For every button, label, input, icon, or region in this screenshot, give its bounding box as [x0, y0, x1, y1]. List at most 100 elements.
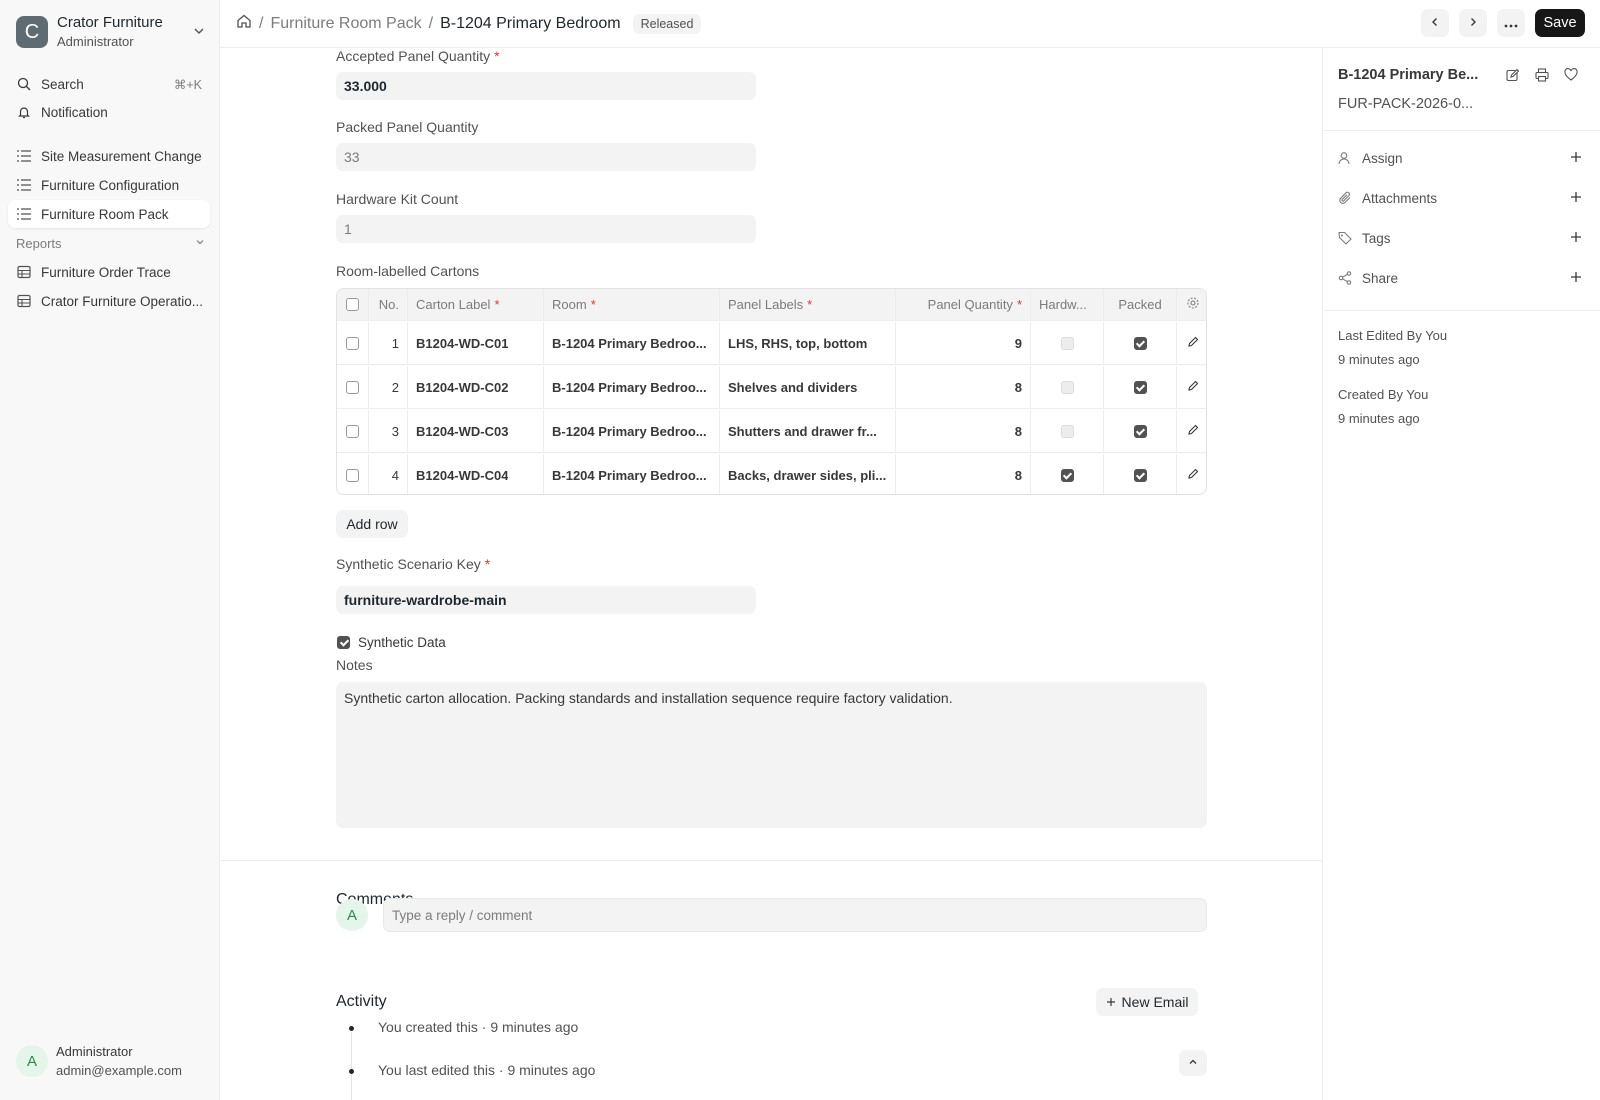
cell-panel-labels[interactable]: LHS, RHS, top, bottom — [720, 322, 896, 364]
search-icon — [16, 77, 32, 91]
table-row[interactable]: 4 B1204-WD-C04 B-1204 Primary Bedroo... … — [337, 454, 1206, 494]
sidebar-item-furniture-room-pack[interactable]: Furniture Room Pack — [8, 200, 210, 228]
cell-room[interactable]: B-1204 Primary Bedroo... — [544, 366, 720, 408]
sidebar-search[interactable]: Search ⌘+K — [8, 70, 210, 98]
synthetic-data-field[interactable]: Synthetic Data — [337, 635, 446, 650]
last-edited-label: Last Edited By You — [1338, 328, 1448, 343]
sidebar-item-furniture-configuration[interactable]: Furniture Configuration — [8, 171, 210, 199]
like-button[interactable] — [1562, 67, 1580, 85]
sidebar-item-site-measurement-change[interactable]: Site Measurement Change — [8, 142, 210, 170]
cell-panel-labels[interactable]: Shelves and dividers — [720, 366, 896, 408]
plus-icon[interactable] — [1570, 191, 1582, 206]
save-button[interactable]: Save — [1535, 9, 1585, 37]
packed-qty-input[interactable]: 33 — [336, 143, 756, 171]
avatar: A — [336, 899, 368, 931]
hardware-kit-input[interactable]: 1 — [336, 215, 756, 243]
hardware-kit-label: Hardware Kit Count — [336, 191, 459, 207]
accepted-qty-input[interactable]: 33.000 — [336, 72, 756, 100]
attachments-action[interactable]: Attachments — [1338, 188, 1582, 208]
header-carton-label: Carton Label * — [408, 289, 544, 320]
cell-carton-label[interactable]: B1204-WD-C03 — [408, 410, 544, 452]
scenario-key-input[interactable]: furniture-wardrobe-main — [336, 586, 756, 614]
row-select-checkbox[interactable] — [346, 336, 359, 350]
tag-icon — [1338, 231, 1354, 245]
hardware-checkbox[interactable] — [1060, 469, 1074, 482]
cell-room[interactable]: B-1204 Primary Bedroo... — [544, 454, 720, 494]
sidebar-item-label: Crator Furniture Operatio... — [41, 293, 204, 309]
table-icon — [16, 265, 32, 279]
sidebar-item-label: Furniture Room Pack — [41, 206, 169, 222]
plus-icon[interactable] — [1570, 231, 1582, 246]
user-menu[interactable]: A Administrator admin@example.com — [16, 1042, 182, 1080]
row-edit-button[interactable] — [1177, 366, 1206, 408]
previous-record-button[interactable] — [1421, 9, 1449, 37]
packed-checkbox[interactable] — [1133, 424, 1147, 438]
cell-panel-quantity[interactable]: 8 — [896, 366, 1031, 408]
row-select-checkbox[interactable] — [346, 424, 359, 438]
plus-icon[interactable] — [1570, 271, 1582, 286]
hardware-checkbox[interactable] — [1060, 336, 1074, 350]
workspace-switcher[interactable]: C Crator Furniture Administrator — [16, 14, 206, 50]
cell-panel-quantity[interactable]: 8 — [896, 410, 1031, 452]
add-row-button[interactable]: Add row — [336, 510, 408, 538]
cell-carton-label[interactable]: B1204-WD-C01 — [408, 322, 544, 364]
divider — [1324, 130, 1600, 131]
cell-carton-label[interactable]: B1204-WD-C02 — [408, 366, 544, 408]
share-label: Share — [1362, 270, 1399, 286]
cell-room[interactable]: B-1204 Primary Bedroo... — [544, 410, 720, 452]
packed-checkbox[interactable] — [1133, 380, 1147, 394]
row-edit-button[interactable] — [1177, 410, 1206, 452]
breadcrumb-doctype[interactable]: Furniture Room Pack — [270, 15, 421, 33]
column-settings-button[interactable] — [1177, 289, 1206, 320]
cell-panel-quantity[interactable]: 9 — [896, 322, 1031, 364]
cell-panel-quantity[interactable]: 8 — [896, 454, 1031, 494]
new-email-button[interactable]: New Email — [1096, 988, 1198, 1016]
row-select-checkbox[interactable] — [346, 469, 359, 482]
packed-checkbox[interactable] — [1133, 336, 1147, 350]
sidebar-item-crator-furniture-operations[interactable]: Crator Furniture Operatio... — [8, 287, 210, 315]
next-record-button[interactable] — [1459, 9, 1487, 37]
paperclip-icon — [1338, 191, 1354, 205]
select-all-checkbox[interactable] — [346, 298, 359, 311]
print-button[interactable] — [1533, 67, 1551, 85]
more-actions-button[interactable] — [1497, 9, 1525, 37]
scroll-to-top-button[interactable] — [1179, 1050, 1207, 1076]
pencil-icon — [1187, 380, 1199, 395]
list-icon — [16, 179, 32, 191]
sidebar-notification[interactable]: Notification — [8, 98, 210, 126]
packed-checkbox[interactable] — [1133, 469, 1147, 482]
cell-panel-labels[interactable]: Backs, drawer sides, pli... — [720, 454, 896, 494]
cell-room[interactable]: B-1204 Primary Bedroo... — [544, 322, 720, 364]
breadcrumb: / Furniture Room Pack / B-1204 Primary B… — [236, 13, 702, 34]
row-edit-button[interactable] — [1177, 322, 1206, 364]
assign-action[interactable]: Assign — [1338, 148, 1582, 168]
notes-textarea[interactable]: Synthetic carton allocation. Packing sta… — [336, 682, 1207, 828]
chevron-down-icon — [194, 236, 206, 251]
row-select-checkbox[interactable] — [346, 380, 359, 394]
user-email: admin@example.com — [56, 1063, 182, 1078]
comment-input[interactable]: Type a reply / comment — [383, 898, 1207, 932]
breadcrumb-separator: / — [428, 14, 434, 32]
chevron-left-icon — [1429, 15, 1441, 31]
cell-panel-labels[interactable]: Shutters and drawer fr... — [720, 410, 896, 452]
row-edit-button[interactable] — [1177, 454, 1206, 494]
sidebar-section-reports[interactable]: Reports — [16, 233, 206, 253]
table-row[interactable]: 2 B1204-WD-C02 B-1204 Primary Bedroo... … — [337, 366, 1206, 409]
row-no: 1 — [369, 322, 408, 364]
synthetic-data-checkbox[interactable] — [337, 636, 350, 649]
table-row[interactable]: 3 B1204-WD-C03 B-1204 Primary Bedroo... … — [337, 410, 1206, 453]
share-action[interactable]: Share — [1338, 268, 1582, 288]
plus-icon[interactable] — [1570, 151, 1582, 166]
sidebar-item-furniture-order-trace[interactable]: Furniture Order Trace — [8, 258, 210, 286]
cell-carton-label[interactable]: B1204-WD-C04 — [408, 454, 544, 494]
activity-item: You last edited this · 9 minutes ago — [378, 1062, 596, 1078]
hardware-checkbox[interactable] — [1060, 424, 1074, 438]
hardware-checkbox[interactable] — [1060, 380, 1074, 394]
edit-title-button[interactable] — [1504, 67, 1522, 85]
tags-action[interactable]: Tags — [1338, 228, 1582, 248]
activity-timeline-line — [351, 1032, 352, 1100]
header-panel-labels: Panel Labels * — [720, 289, 896, 320]
home-icon[interactable] — [236, 13, 252, 34]
table-row[interactable]: 1 B1204-WD-C01 B-1204 Primary Bedroo... … — [337, 322, 1206, 365]
workspace-name: Crator Furniture — [57, 14, 163, 31]
